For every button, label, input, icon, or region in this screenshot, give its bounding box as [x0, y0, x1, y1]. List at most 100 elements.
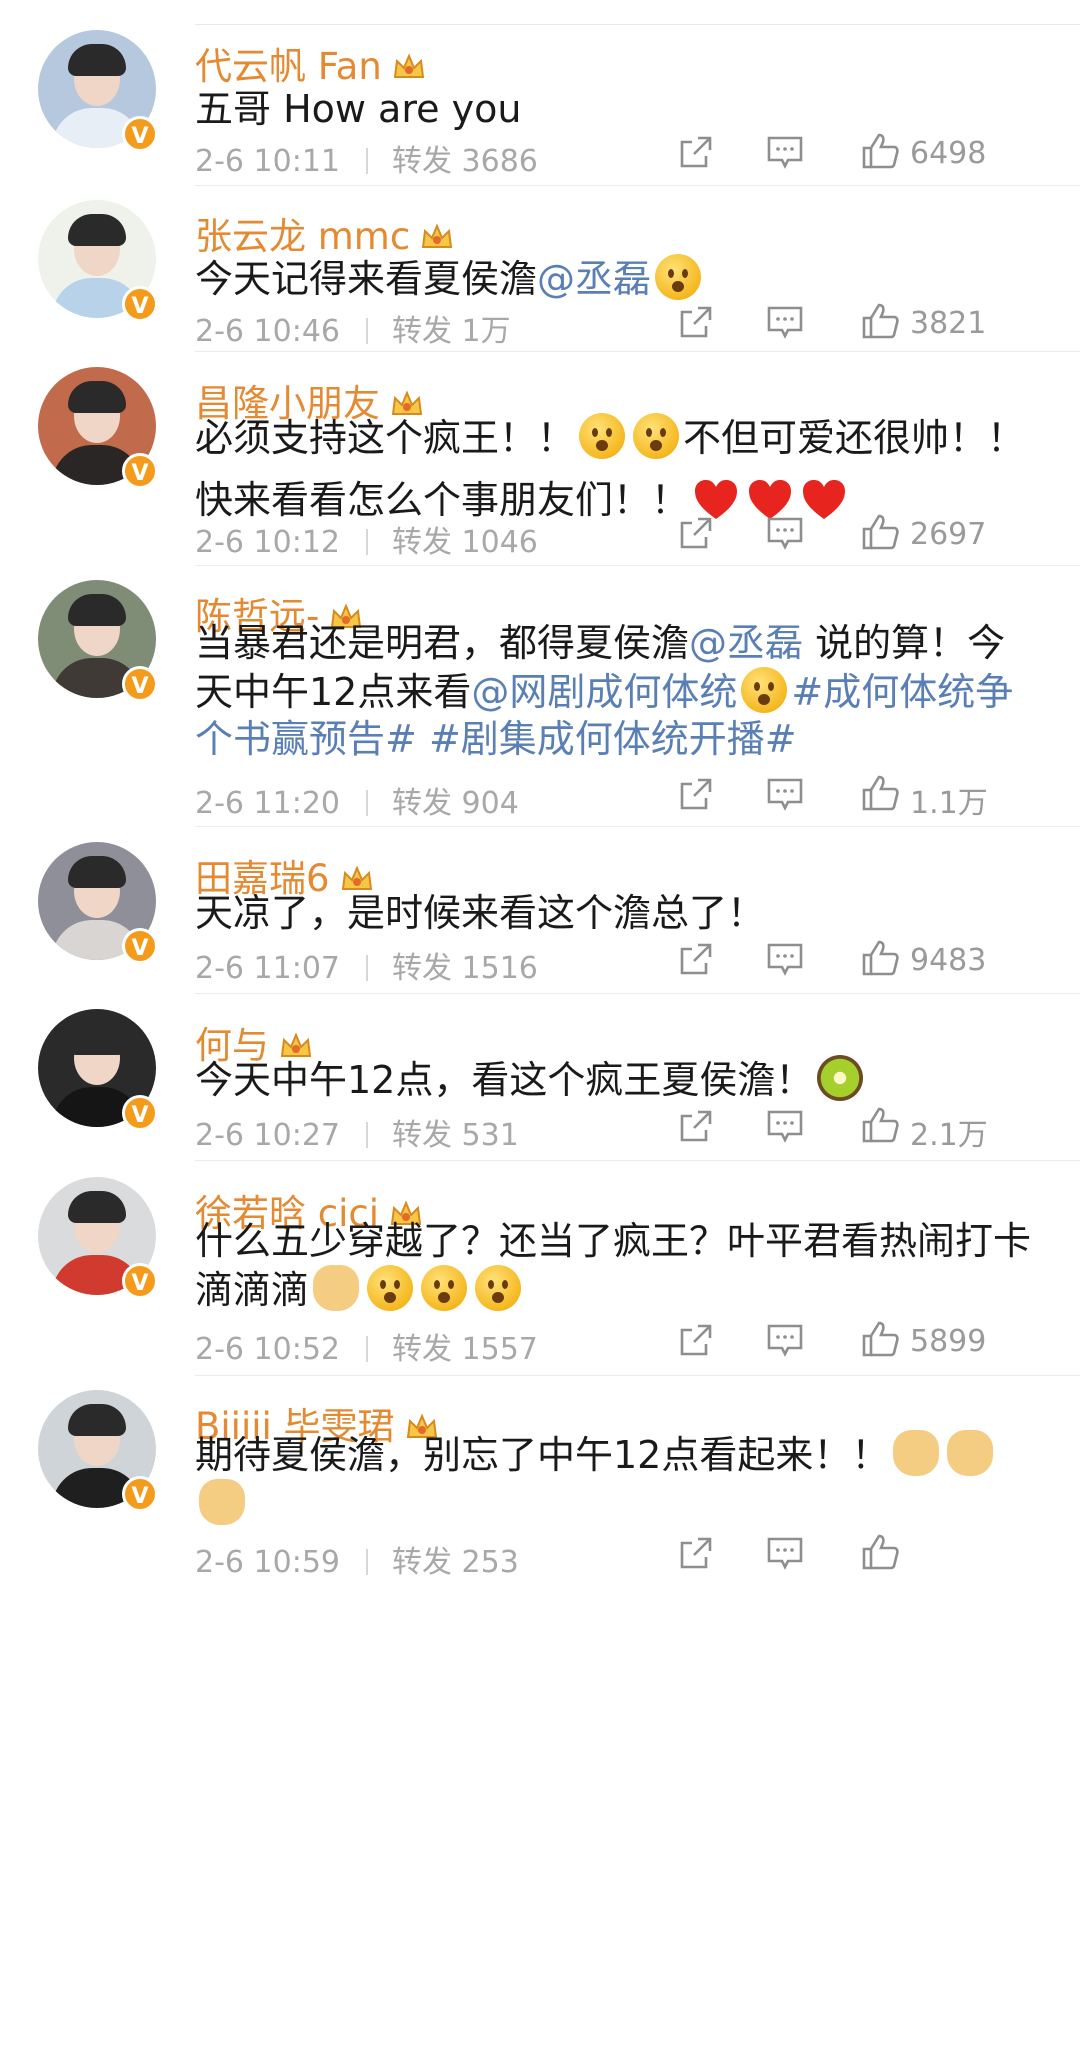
timestamp: 2-6 10:46 [195, 314, 340, 349]
avatar[interactable]: V [38, 367, 158, 489]
comment-meta: 2-6 10:59 转发 253 [195, 1537, 519, 1581]
avatar-hair [68, 594, 126, 626]
comment-icon[interactable] [766, 1108, 804, 1148]
share-icon[interactable] [678, 1535, 714, 1575]
like-count[interactable]: 3821 [910, 306, 986, 341]
share-icon[interactable] [678, 304, 714, 344]
like-icon[interactable] [860, 939, 900, 981]
repost-label[interactable]: 转发 [392, 1332, 452, 1367]
comment-icon[interactable] [766, 941, 804, 981]
verified-badge-icon: V [122, 1263, 158, 1299]
comment-text-segment: 必须支持这个疯王！！ [195, 416, 576, 460]
avatar-hair [68, 856, 126, 888]
comment-text-segment: 今天中午12点，看这个疯王夏侯澹！ [195, 1058, 814, 1102]
meta-separator [366, 1336, 368, 1362]
repost-label[interactable]: 转发 [392, 951, 452, 986]
repost-count[interactable]: 253 [462, 1545, 519, 1580]
mention-link[interactable]: @丞磊 [537, 257, 651, 301]
like-count[interactable]: 1.1万 [910, 778, 988, 822]
repost-label[interactable]: 转发 [392, 144, 452, 179]
repost-label[interactable]: 转发 [392, 525, 452, 560]
mention-link[interactable]: @网剧成何体统 [471, 670, 737, 714]
share-icon[interactable] [678, 1108, 714, 1148]
meta-separator [366, 318, 368, 344]
top-divider [195, 24, 1080, 25]
like-count[interactable]: 5899 [910, 1324, 986, 1359]
repost-label[interactable]: 转发 [392, 786, 452, 821]
like-count[interactable]: 2.1万 [910, 1110, 988, 1154]
comment-divider [195, 1375, 1080, 1376]
meta-separator [366, 955, 368, 981]
avatar-hair [68, 214, 126, 246]
comment-icon[interactable] [766, 1535, 804, 1575]
comment-text-segment: 当暴君还是明君，都得夏侯澹 [195, 621, 690, 665]
repost-count[interactable]: 531 [462, 1118, 519, 1153]
like-count[interactable]: 6498 [910, 136, 986, 171]
avatar[interactable]: V [38, 30, 158, 152]
share-icon[interactable] [678, 776, 714, 816]
repost-count[interactable]: 1557 [462, 1332, 538, 1367]
comment-meta: 2-6 10:52 转发 1557 [195, 1324, 538, 1368]
comment-icon[interactable] [766, 776, 804, 816]
heart-emoji [801, 477, 847, 523]
comment-meta: 2-6 10:46 转发 1万 [195, 306, 511, 350]
comment-icon[interactable] [766, 515, 804, 555]
like-icon[interactable] [860, 1106, 900, 1148]
repost-count[interactable]: 3686 [462, 144, 538, 179]
timestamp: 2-6 10:52 [195, 1332, 340, 1367]
comment-meta: 2-6 11:07 转发 1516 [195, 943, 538, 987]
avatar[interactable]: V [38, 1177, 158, 1299]
comment-text: 天凉了，是时候来看这个澹总了！ [195, 882, 1035, 944]
verified-badge-icon: V [122, 666, 158, 702]
avatar[interactable]: V [38, 1009, 158, 1131]
comment-text: 期待夏侯澹，别忘了中午12点看起来！！ [195, 1430, 1035, 1528]
comment-meta: 2-6 11:20 转发 904 [195, 778, 519, 822]
mention-link[interactable]: @丞磊 [689, 621, 803, 665]
share-icon[interactable] [678, 1322, 714, 1362]
laugh-sweat-emoji [741, 667, 788, 713]
comment-icon[interactable] [766, 1322, 804, 1362]
repost-count[interactable]: 904 [462, 786, 519, 821]
like-count[interactable]: 9483 [910, 943, 986, 978]
comment-divider [195, 826, 1080, 827]
rock-hand-emoji [947, 1430, 994, 1476]
kiwi-emoji [817, 1055, 864, 1101]
comment-text: 当暴君还是明君，都得夏侯澹@丞磊 说的算！今天中午12点来看@网剧成何体统 #成何… [195, 620, 1035, 763]
repost-count[interactable]: 1万 [462, 314, 511, 349]
verified-badge-icon: V [122, 453, 158, 489]
avatar-hair [68, 44, 126, 76]
like-icon[interactable] [860, 774, 900, 816]
surprised-emoji [475, 1265, 522, 1311]
hashtag-link[interactable]: #剧集成何体统开播# [429, 717, 797, 761]
like-icon[interactable] [860, 1533, 900, 1575]
comment-icon[interactable] [766, 134, 804, 174]
share-icon[interactable] [678, 941, 714, 981]
avatar[interactable]: V [38, 1390, 158, 1512]
like-icon[interactable] [860, 513, 900, 555]
repost-count[interactable]: 1046 [462, 525, 538, 560]
comment-text-segment [417, 717, 429, 761]
comment-icon[interactable] [766, 304, 804, 344]
repost-label[interactable]: 转发 [392, 1118, 452, 1153]
verified-badge-icon: V [122, 1095, 158, 1131]
avatar[interactable]: V [38, 842, 158, 964]
comment-meta: 2-6 10:12 转发 1046 [195, 517, 538, 561]
share-icon[interactable] [678, 515, 714, 555]
like-count[interactable]: 2697 [910, 517, 986, 552]
comment-text: 今天中午12点，看这个疯王夏侯澹！ [195, 1049, 1035, 1111]
like-icon[interactable] [860, 1320, 900, 1362]
like-icon[interactable] [860, 132, 900, 174]
avatar[interactable]: V [38, 200, 158, 322]
repost-count[interactable]: 1516 [462, 951, 538, 986]
avatar[interactable]: V [38, 580, 158, 702]
like-icon[interactable] [860, 302, 900, 344]
repost-label[interactable]: 转发 [392, 314, 452, 349]
comment-divider [195, 185, 1080, 186]
verified-badge-icon: V [122, 1476, 158, 1512]
comment-text-segment: 今天记得来看夏侯澹 [195, 257, 538, 301]
share-icon[interactable] [678, 134, 714, 174]
comment-divider [195, 993, 1080, 994]
timestamp: 2-6 11:07 [195, 951, 340, 986]
comment-text-segment: 五哥 How are you [195, 87, 522, 131]
repost-label[interactable]: 转发 [392, 1545, 452, 1580]
